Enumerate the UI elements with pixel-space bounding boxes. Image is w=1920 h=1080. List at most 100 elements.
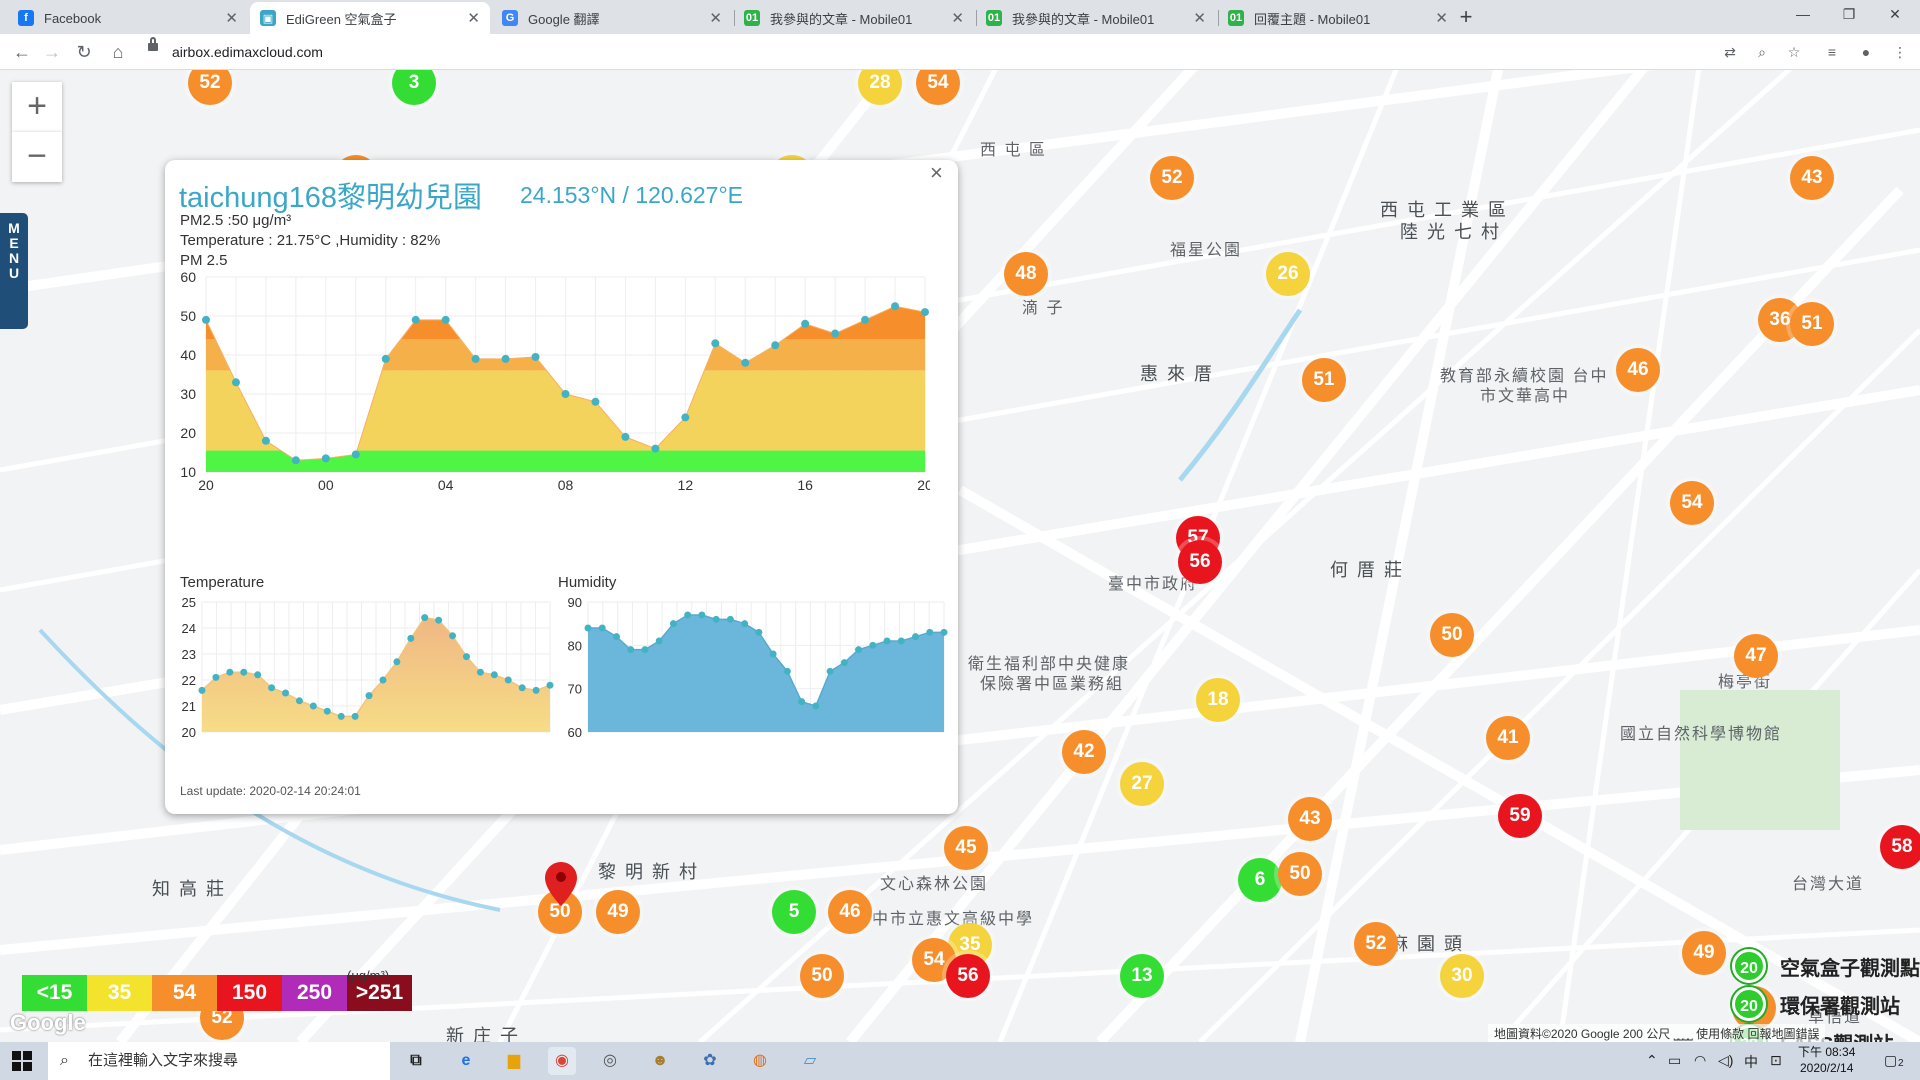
humidity-chart: 60 70 80 90 bbox=[568, 595, 948, 740]
system-clock[interactable]: 下午 08:34 2020/2/14 bbox=[1798, 1044, 1855, 1076]
y-tick-label: 40 bbox=[180, 347, 196, 363]
data-point bbox=[711, 339, 720, 348]
close-window-button[interactable]: ✕ bbox=[1872, 0, 1918, 30]
y-tick-label: 22 bbox=[182, 673, 196, 688]
close-tab-icon[interactable]: ✕ bbox=[1193, 9, 1206, 27]
x-tick-label: 20 bbox=[917, 477, 930, 493]
tab-4[interactable]: 01 我參與的文章 - Mobile01 ✕ bbox=[734, 2, 974, 34]
address-bar[interactable]: airbox.edimaxcloud.com bbox=[140, 39, 1700, 65]
reload-icon[interactable]: ↻ bbox=[70, 38, 98, 66]
zoom-icon[interactable]: ⌕ bbox=[1752, 42, 1772, 62]
tab-3[interactable]: G Google 翻譯 ✕ bbox=[492, 2, 732, 34]
close-icon[interactable]: × bbox=[930, 160, 952, 185]
facebook-icon: f bbox=[18, 10, 34, 26]
taskbar-search-box[interactable]: 在這裡輸入文字來搜尋 bbox=[48, 1042, 390, 1080]
pm-marker-red[interactable]: 59 bbox=[1498, 794, 1542, 838]
pm-marker-orange[interactable]: 43 bbox=[1288, 797, 1332, 841]
pm-marker-orange[interactable]: 52 bbox=[1354, 922, 1398, 966]
close-tab-icon[interactable]: ✕ bbox=[467, 9, 480, 27]
close-tab-icon[interactable]: ✕ bbox=[709, 9, 722, 27]
close-tab-icon[interactable]: ✕ bbox=[951, 9, 964, 27]
zoom-out-button[interactable]: − bbox=[12, 132, 62, 182]
blender-icon[interactable]: ◍ bbox=[746, 1047, 774, 1075]
pm-marker-orange[interactable]: 48 bbox=[1004, 252, 1048, 296]
keyboard-icon[interactable]: ⊡ bbox=[1770, 1052, 1782, 1069]
tab-2[interactable]: ▣ EdiGreen 空氣盒子 ✕ bbox=[250, 2, 490, 34]
tab-6[interactable]: 01 回覆主題 - Mobile01 ✕ bbox=[1218, 2, 1458, 34]
app-icon-4[interactable]: ▱ bbox=[796, 1047, 824, 1075]
map-place-label: 滴 子 bbox=[1022, 300, 1065, 317]
station-type-legend[interactable]: 20 環保署觀測站 bbox=[1660, 986, 1920, 1022]
pm-marker-green[interactable]: 5 bbox=[772, 890, 816, 934]
pm-marker-orange[interactable]: 46 bbox=[1616, 348, 1660, 392]
pm-marker-green[interactable]: 6 bbox=[1238, 858, 1282, 902]
map-canvas[interactable]: 西 屯 區西 屯 工 業 區陸 光 七 村福星公園滴 子惠 來 厝教育部永續校園… bbox=[0, 70, 1920, 1042]
file-explorer-icon[interactable]: ▆ bbox=[500, 1047, 528, 1075]
pm-marker-yellow[interactable]: 30 bbox=[1440, 954, 1484, 998]
pm-marker-red[interactable]: 58 bbox=[1880, 825, 1920, 869]
close-tab-icon[interactable]: ✕ bbox=[225, 9, 238, 27]
tab-separator bbox=[976, 10, 977, 26]
pm-marker-red[interactable]: 56 bbox=[1178, 540, 1222, 584]
map-place-label: 陸 光 七 村 bbox=[1400, 222, 1502, 242]
home-icon[interactable]: ⌂ bbox=[104, 38, 132, 66]
pm-marker-orange[interactable]: 42 bbox=[1062, 730, 1106, 774]
profile-icon[interactable]: ● bbox=[1856, 42, 1876, 62]
pm-marker-orange[interactable]: 50 bbox=[1430, 613, 1474, 657]
pm-marker-orange[interactable]: 52 bbox=[1150, 156, 1194, 200]
zoom-in-button[interactable]: + bbox=[12, 82, 62, 132]
station-type-legend[interactable]: 20 空氣盒子觀測點 bbox=[1660, 948, 1920, 984]
pm-marker-orange[interactable]: 41 bbox=[1486, 716, 1530, 760]
pm-marker-orange[interactable]: 54 bbox=[1670, 481, 1714, 525]
chrome-icon[interactable]: ◉ bbox=[548, 1047, 576, 1075]
app-icon-3[interactable]: ✿ bbox=[696, 1047, 724, 1075]
app-icon-1[interactable]: ◎ bbox=[596, 1047, 624, 1075]
translate-icon[interactable]: ⇄ bbox=[1720, 42, 1740, 62]
tab-1[interactable]: f Facebook ✕ bbox=[8, 2, 248, 34]
tray-chevron-icon[interactable]: ⌃ bbox=[1646, 1052, 1658, 1069]
notification-icon[interactable]: ▢ bbox=[1884, 1052, 1897, 1069]
map-credits[interactable]: 地圖資料©2020 Google 200 公尺 ⎵⎵⎵⎵ 使用條款 回報地圖錯誤 bbox=[1488, 1024, 1826, 1042]
edigreen-icon: ▣ bbox=[260, 10, 276, 26]
maximize-button[interactable]: ❐ bbox=[1826, 0, 1872, 30]
forward-icon[interactable]: → bbox=[38, 38, 66, 66]
y-tick-label: 90 bbox=[568, 595, 582, 610]
data-point bbox=[769, 650, 777, 658]
hum-chart-title: Humidity bbox=[558, 574, 617, 591]
pm-marker-orange[interactable]: 46 bbox=[828, 890, 872, 934]
pm-marker-orange[interactable]: 51 bbox=[1790, 302, 1834, 346]
pm-marker-orange[interactable]: 50 bbox=[1278, 852, 1322, 896]
pm-marker-orange[interactable]: 51 bbox=[1302, 358, 1346, 402]
close-tab-icon[interactable]: ✕ bbox=[1435, 9, 1448, 27]
minimize-button[interactable]: — bbox=[1780, 0, 1826, 30]
location-pin-icon[interactable] bbox=[545, 862, 577, 906]
pm-marker-orange[interactable]: 50 bbox=[800, 954, 844, 998]
pm-marker-orange[interactable]: 47 bbox=[1734, 634, 1778, 678]
reading-list-icon[interactable]: ≡ bbox=[1822, 42, 1842, 62]
ime-indicator[interactable]: 中 bbox=[1744, 1052, 1758, 1072]
bookmark-star-icon[interactable]: ☆ bbox=[1784, 42, 1804, 62]
pm-marker-yellow[interactable]: 26 bbox=[1266, 252, 1310, 296]
back-icon[interactable]: ← bbox=[8, 38, 36, 66]
pm-marker-green[interactable]: 13 bbox=[1120, 954, 1164, 998]
data-point bbox=[449, 632, 457, 640]
pm-marker-orange[interactable]: 49 bbox=[596, 890, 640, 934]
menu-dots-icon[interactable]: ⋮ bbox=[1890, 42, 1910, 62]
y-tick-label: 30 bbox=[180, 386, 196, 402]
task-view-icon[interactable]: ⧉ bbox=[402, 1047, 430, 1075]
wifi-icon[interactable]: ◠ bbox=[1694, 1052, 1706, 1069]
pm-marker-orange[interactable]: 43 bbox=[1790, 156, 1834, 200]
network-icon[interactable]: ▭ bbox=[1668, 1052, 1681, 1069]
pm-marker-yellow[interactable]: 27 bbox=[1120, 762, 1164, 806]
new-tab-button[interactable]: + bbox=[1452, 3, 1480, 31]
pm-marker-yellow[interactable]: 18 bbox=[1196, 678, 1240, 722]
tab-5[interactable]: 01 我參與的文章 - Mobile01 ✕ bbox=[976, 2, 1216, 34]
pm-marker-orange[interactable]: 45 bbox=[944, 826, 988, 870]
tab-title: EdiGreen 空氣盒子 bbox=[286, 11, 397, 27]
volume-icon[interactable]: ◁) bbox=[1718, 1052, 1733, 1069]
windows-start-icon[interactable] bbox=[12, 1051, 32, 1071]
menu-toggle-button[interactable]: MENU bbox=[0, 213, 28, 329]
edge-icon[interactable]: e bbox=[452, 1047, 480, 1075]
pm-marker-red[interactable]: 56 bbox=[946, 954, 990, 998]
app-icon-2[interactable]: ☻ bbox=[646, 1047, 674, 1075]
